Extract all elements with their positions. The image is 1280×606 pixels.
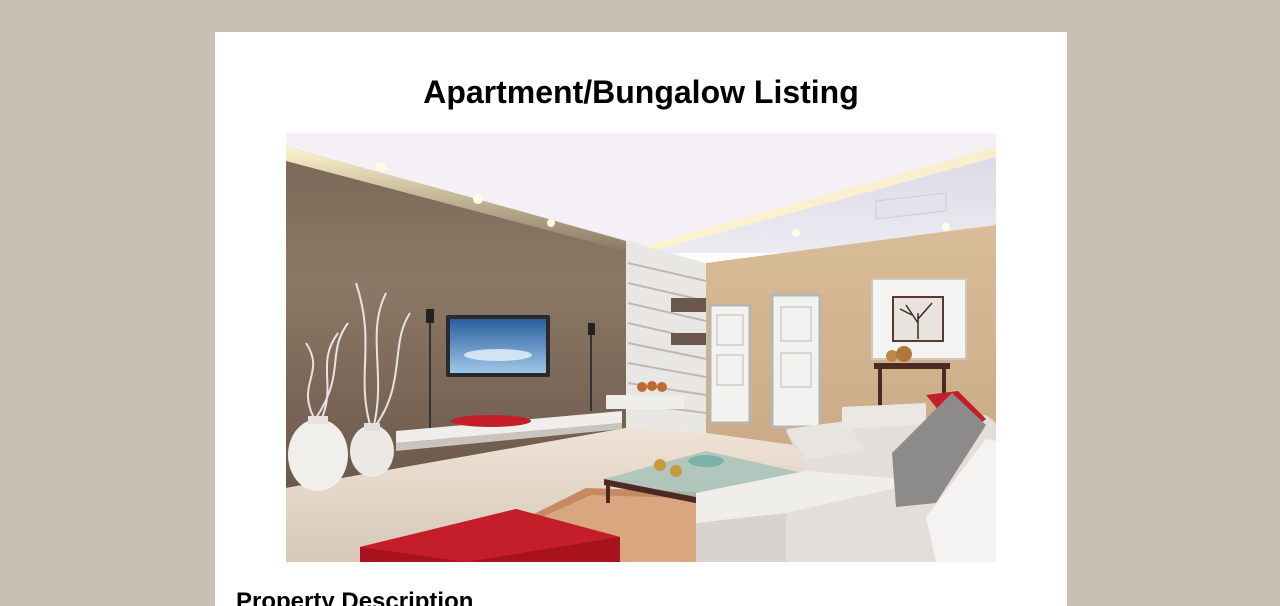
property-photo <box>286 133 996 562</box>
page-title: Apartment/Bungalow Listing <box>423 74 859 110</box>
property-description-heading: Property Description <box>236 588 474 606</box>
listing-card: Apartment/Bungalow Listing Property Desc… <box>215 32 1067 606</box>
